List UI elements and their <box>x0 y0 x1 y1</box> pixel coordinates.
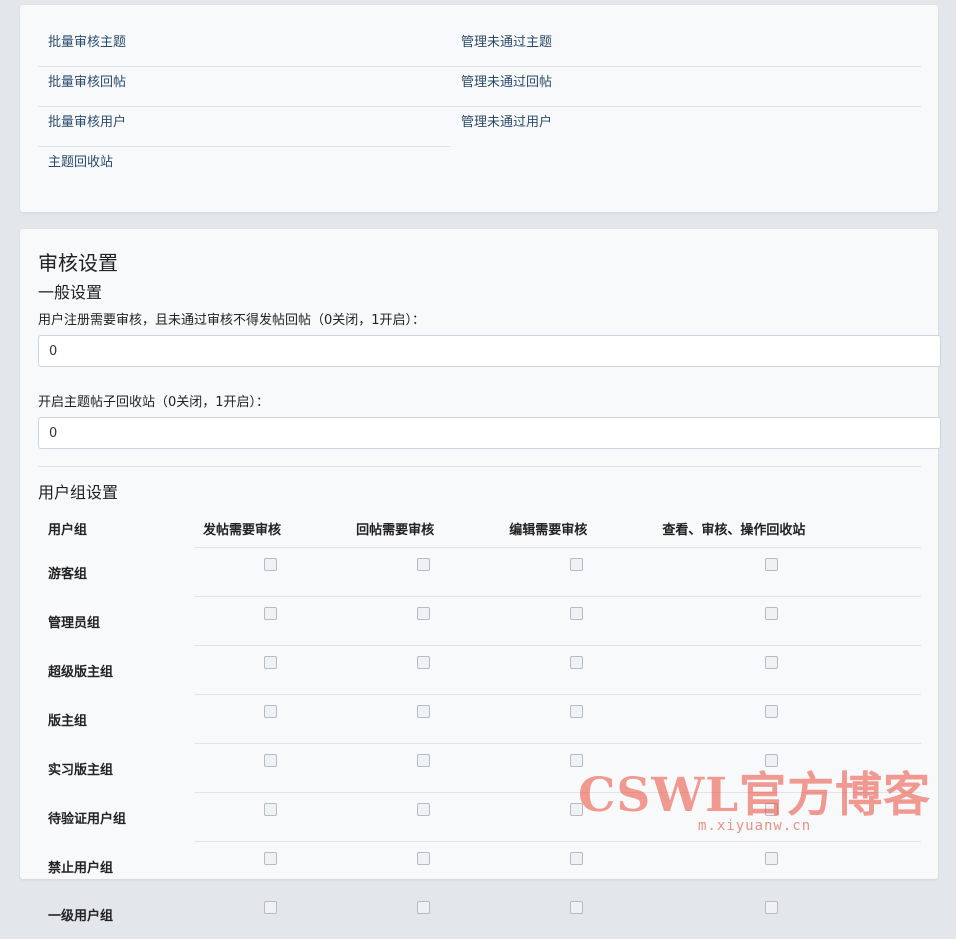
table-row: 游客组 <box>38 548 921 597</box>
checkbox-cell <box>500 548 653 597</box>
link-batch-review-topics[interactable]: 批量审核主题 <box>38 27 451 67</box>
permission-checkbox[interactable] <box>765 607 778 620</box>
table-row: 禁止用户组 <box>38 842 921 891</box>
general-settings-title: 一般设置 <box>38 279 102 303</box>
permission-checkbox[interactable] <box>417 803 430 816</box>
checkbox-cell <box>194 695 347 744</box>
checkbox-cell <box>653 646 921 695</box>
group-name: 待验证用户组 <box>38 793 194 842</box>
permission-checkbox[interactable] <box>264 852 277 865</box>
permission-checkbox[interactable] <box>570 607 583 620</box>
link-manage-rejected-topics[interactable]: 管理未通过主题 <box>451 27 921 67</box>
table-header-row: 用户组 发帖需要审核 回帖需要审核 编辑需要审核 查看、审核、操作回收站 <box>38 509 921 548</box>
permission-checkbox[interactable] <box>417 656 430 669</box>
checkbox-cell <box>194 597 347 646</box>
checkbox-cell <box>653 548 921 597</box>
checkbox-cell <box>347 695 500 744</box>
permission-checkbox[interactable] <box>264 754 277 767</box>
checkbox-cell <box>653 842 921 891</box>
permission-checkbox[interactable] <box>264 656 277 669</box>
group-name: 超级版主组 <box>38 646 194 695</box>
permission-checkbox[interactable] <box>264 901 277 914</box>
checkbox-cell <box>194 744 347 793</box>
checkbox-cell <box>500 695 653 744</box>
watermark-url: m.xiyuanw.cn <box>698 818 811 834</box>
permission-checkbox[interactable] <box>570 656 583 669</box>
checkbox-cell <box>194 891 347 939</box>
permission-checkbox[interactable] <box>264 558 277 571</box>
checkbox-cell <box>500 597 653 646</box>
register-review-input[interactable] <box>38 335 941 367</box>
checkbox-cell <box>653 695 921 744</box>
link-manage-rejected-users[interactable]: 管理未通过用户 <box>451 107 921 146</box>
permission-checkbox[interactable] <box>765 901 778 914</box>
checkbox-cell <box>653 891 921 939</box>
col-header-group: 用户组 <box>38 509 194 548</box>
permission-checkbox[interactable] <box>765 852 778 865</box>
recycle-bin-input[interactable] <box>38 417 941 449</box>
permission-checkbox[interactable] <box>264 803 277 816</box>
links-right-column: 管理未通过主题 管理未通过回帖 管理未通过用户 <box>451 27 921 146</box>
col-header-edit-review: 编辑需要审核 <box>500 509 653 548</box>
group-name: 实习版主组 <box>38 744 194 793</box>
table-row: 版主组 <box>38 695 921 744</box>
permission-checkbox[interactable] <box>570 901 583 914</box>
checkbox-cell <box>194 548 347 597</box>
register-review-label: 用户注册需要审核，且未通过审核不得发帖回帖（0关闭，1开启）： <box>38 309 425 328</box>
section-divider <box>38 466 921 467</box>
checkbox-cell <box>500 646 653 695</box>
permission-checkbox[interactable] <box>417 607 430 620</box>
watermark-text: CSWL官方博客 <box>578 756 931 825</box>
table-row: 管理员组 <box>38 597 921 646</box>
permission-checkbox[interactable] <box>765 558 778 571</box>
table-row: 一级用户组 <box>38 891 921 939</box>
links-left-column: 批量审核主题 批量审核回帖 批量审核用户 主题回收站 <box>38 27 451 186</box>
permission-checkbox[interactable] <box>417 705 430 718</box>
permission-checkbox[interactable] <box>570 852 583 865</box>
checkbox-cell <box>347 793 500 842</box>
checkbox-cell <box>194 793 347 842</box>
group-name: 一级用户组 <box>38 891 194 939</box>
checkbox-cell <box>194 842 347 891</box>
permission-checkbox[interactable] <box>417 558 430 571</box>
col-header-post-review: 发帖需要审核 <box>194 509 347 548</box>
permission-checkbox[interactable] <box>765 656 778 669</box>
recycle-bin-label: 开启主题帖子回收站（0关闭，1开启）： <box>38 391 269 410</box>
permission-checkbox[interactable] <box>765 705 778 718</box>
review-links-panel: 批量审核主题 批量审核回帖 批量审核用户 主题回收站 管理未通过主题 管理未通过… <box>20 5 938 212</box>
permission-checkbox[interactable] <box>570 705 583 718</box>
permission-checkbox[interactable] <box>417 754 430 767</box>
permission-checkbox[interactable] <box>264 705 277 718</box>
group-permissions-table: 用户组 发帖需要审核 回帖需要审核 编辑需要审核 查看、审核、操作回收站 游客组… <box>38 509 921 939</box>
checkbox-cell <box>194 646 347 695</box>
table-row: 超级版主组 <box>38 646 921 695</box>
permission-checkbox[interactable] <box>417 901 430 914</box>
col-header-recycle-access: 查看、审核、操作回收站 <box>653 509 921 548</box>
group-name: 禁止用户组 <box>38 842 194 891</box>
checkbox-cell <box>347 842 500 891</box>
checkbox-cell <box>653 597 921 646</box>
group-name: 游客组 <box>38 548 194 597</box>
link-batch-review-replies[interactable]: 批量审核回帖 <box>38 67 451 107</box>
permission-checkbox[interactable] <box>264 607 277 620</box>
checkbox-cell <box>347 548 500 597</box>
checkbox-cell <box>347 891 500 939</box>
permission-checkbox[interactable] <box>570 558 583 571</box>
link-batch-review-users[interactable]: 批量审核用户 <box>38 107 451 147</box>
permission-checkbox[interactable] <box>417 852 430 865</box>
col-header-reply-review: 回帖需要审核 <box>347 509 500 548</box>
link-manage-rejected-replies[interactable]: 管理未通过回帖 <box>451 67 921 107</box>
group-name: 管理员组 <box>38 597 194 646</box>
group-settings-title: 用户组设置 <box>38 479 118 503</box>
link-topic-recycle-bin[interactable]: 主题回收站 <box>38 147 451 186</box>
checkbox-cell <box>347 744 500 793</box>
group-name: 版主组 <box>38 695 194 744</box>
checkbox-cell <box>500 842 653 891</box>
checkbox-cell <box>347 646 500 695</box>
checkbox-cell <box>347 597 500 646</box>
settings-title: 审核设置 <box>38 247 118 276</box>
checkbox-cell <box>500 891 653 939</box>
